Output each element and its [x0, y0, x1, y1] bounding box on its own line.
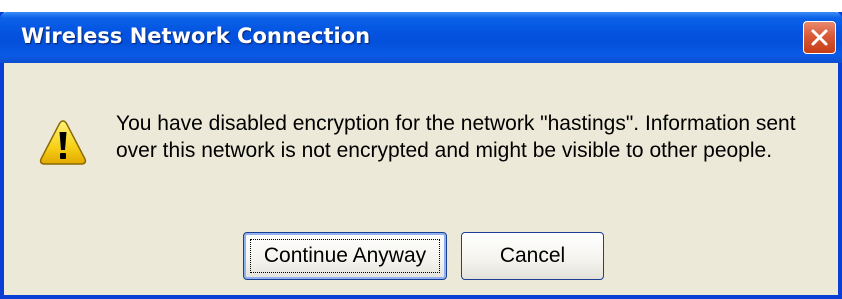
- continue-anyway-label: Continue Anyway: [250, 239, 440, 273]
- dialog-message: You have disabled encryption for the net…: [116, 112, 796, 162]
- dialog-window: Wireless Network Connection You have dis…: [0, 12, 842, 299]
- close-button[interactable]: [803, 21, 836, 54]
- cancel-button[interactable]: Cancel: [461, 232, 604, 280]
- title-bar[interactable]: Wireless Network Connection: [0, 12, 842, 63]
- dialog-title: Wireless Network Connection: [21, 24, 371, 48]
- close-icon: [811, 29, 828, 46]
- warning-icon: [39, 120, 87, 165]
- continue-anyway-button[interactable]: Continue Anyway: [243, 232, 447, 280]
